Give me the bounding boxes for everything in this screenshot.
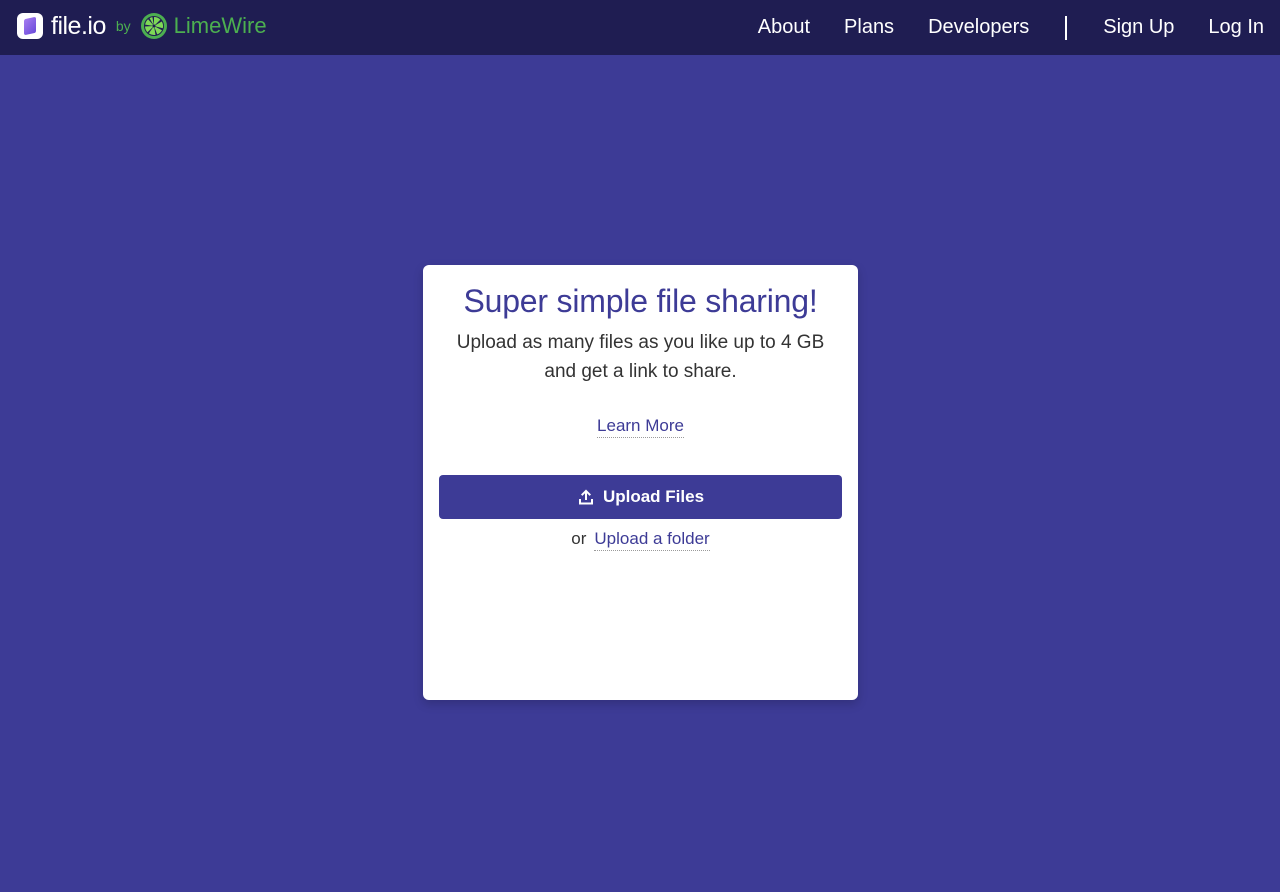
brand[interactable]: file.io by LimeWire [17, 12, 267, 40]
nav-link-developers[interactable]: Developers [928, 0, 1029, 55]
brand-name: file.io [51, 12, 106, 40]
partner-name: LimeWire [173, 13, 267, 38]
learn-more-link[interactable]: Learn More [597, 416, 684, 438]
brand-by-text: by [115, 18, 131, 34]
nav-link-plans[interactable]: Plans [844, 0, 894, 55]
learn-more-row: Learn More [423, 416, 858, 438]
upload-folder-link[interactable]: Upload a folder [594, 529, 710, 551]
or-text: or [571, 529, 587, 548]
upload-card: Super simple file sharing! Upload as man… [423, 265, 858, 700]
card-subtitle: Upload as many files as you like up to 4… [456, 332, 825, 382]
page-title: Super simple file sharing! [463, 283, 818, 319]
limewire-logo-icon [140, 13, 167, 39]
main-nav: About Plans Developers Sign Up Log In [758, 0, 1264, 55]
top-navigation-bar: file.io by LimeWire About Plans Develope… [0, 0, 1280, 55]
log-in-link[interactable]: Log In [1208, 0, 1264, 55]
nav-divider [1065, 15, 1068, 40]
sign-up-link[interactable]: Sign Up [1103, 0, 1174, 55]
upload-files-button[interactable]: Upload Files [439, 475, 842, 519]
upload-icon [578, 489, 593, 505]
upload-files-label: Upload Files [602, 487, 705, 506]
upload-folder-row: or Upload a folder [423, 529, 858, 551]
nav-link-about[interactable]: About [758, 0, 810, 55]
fileio-logo-icon [17, 13, 43, 39]
